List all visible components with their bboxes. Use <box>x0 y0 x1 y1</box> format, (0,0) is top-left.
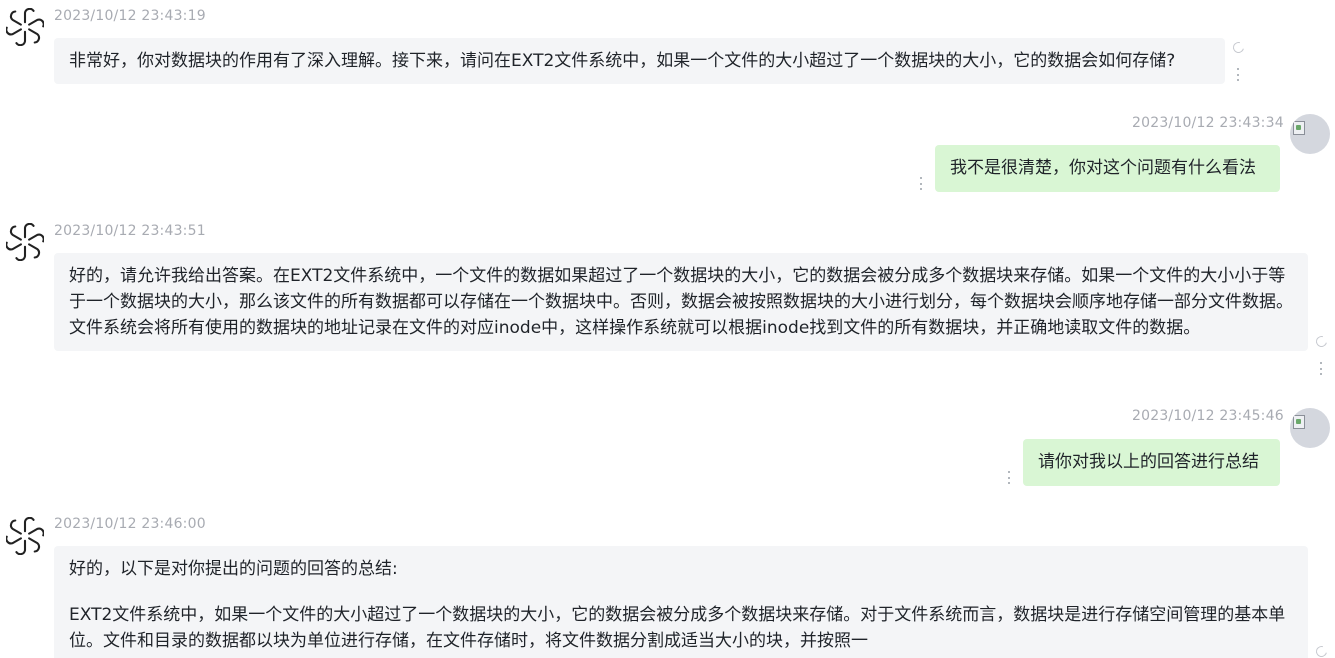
user-bubble: 请你对我以上的回答进行总结 <box>1023 439 1280 486</box>
message-timestamp: 2023/10/12 23:43:51 <box>54 223 206 239</box>
more-vertical-icon[interactable] <box>1237 68 1240 81</box>
chat-thread: 2023/10/12 23:43:19 非常好，你对数据块的作用有了深入理解。接… <box>0 0 1335 658</box>
broken-image-avatar-icon <box>1290 114 1330 154</box>
openai-logo-icon <box>6 517 44 555</box>
message-timestamp: 2023/10/12 23:43:19 <box>54 8 206 24</box>
openai-logo-icon <box>6 223 44 261</box>
assistant-bubble: 好的，以下是对你提出的问题的回答的总结: EXT2文件系统中，如果一个文件的大小… <box>54 546 1308 658</box>
message-text: 请你对我以上的回答进行总结 <box>1038 452 1259 472</box>
message-timestamp: 2023/10/12 23:46:00 <box>54 516 206 532</box>
message-text: 我不是很清楚，你对这个问题有什么看法 <box>950 158 1256 178</box>
message-text: 好的，以下是对你提出的问题的回答的总结: <box>69 559 398 579</box>
assistant-bubble: 非常好，你对数据块的作用有了深入理解。接下来，请问在EXT2文件系统中，如果一个… <box>54 38 1225 84</box>
message-timestamp: 2023/10/12 23:43:34 <box>1132 115 1284 131</box>
more-vertical-icon[interactable] <box>1008 471 1011 484</box>
message-timestamp: 2023/10/12 23:45:46 <box>1132 408 1284 424</box>
message-text: EXT2文件系统中，如果一个文件的大小超过了一个数据块的大小，它的数据会被分成多… <box>69 605 1286 651</box>
assistant-bubble: 好的，请允许我给出答案。在EXT2文件系统中，一个文件的数据如果超过了一个数据块… <box>54 253 1308 351</box>
broken-image-avatar-icon <box>1290 408 1330 448</box>
message-text: 非常好，你对数据块的作用有了深入理解。接下来，请问在EXT2文件系统中，如果一个… <box>69 51 1176 71</box>
more-vertical-icon[interactable] <box>920 177 923 190</box>
more-vertical-icon[interactable] <box>1320 362 1323 375</box>
openai-logo-icon <box>6 8 44 46</box>
loading-ring-icon <box>1313 643 1330 658</box>
loading-ring-icon <box>1230 39 1247 56</box>
message-text: 好的，请允许我给出答案。在EXT2文件系统中，一个文件的数据如果超过了一个数据块… <box>69 266 1293 338</box>
user-bubble: 我不是很清楚，你对这个问题有什么看法 <box>935 145 1280 192</box>
loading-ring-icon <box>1313 333 1330 350</box>
